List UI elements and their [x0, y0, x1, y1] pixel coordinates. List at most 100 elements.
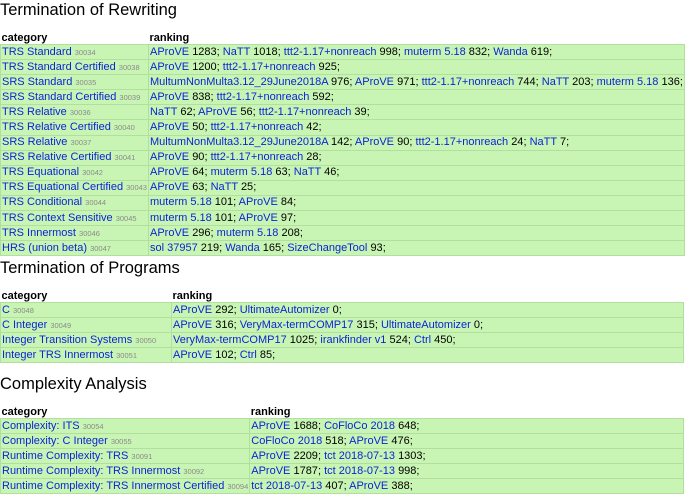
tool-link[interactable]: NaTT	[150, 106, 177, 118]
tool-link[interactable]: AProVE	[355, 76, 394, 88]
category-link[interactable]: Integer Transition Systems	[2, 334, 132, 346]
tool-link[interactable]: irankfinder v1	[320, 334, 386, 346]
tool-link[interactable]: ttt2-1.17+nonreach	[211, 151, 304, 163]
job-id: 30036	[69, 107, 91, 117]
tool-link[interactable]: AProVE	[173, 304, 212, 316]
category-link[interactable]: TRS Standard	[2, 46, 72, 58]
category-link[interactable]: HRS (union beta)	[2, 242, 87, 254]
category-link[interactable]: SRS Relative Certified	[2, 151, 111, 163]
category-link[interactable]: Runtime Complexity: TRS Innermost Certif…	[2, 480, 224, 492]
tool-link[interactable]: ttt2-1.17+nonreach	[217, 91, 310, 103]
tool-link[interactable]: AProVE	[251, 465, 290, 477]
tool-link[interactable]: AProVE	[239, 212, 278, 224]
tool-link[interactable]: ttt2-1.17+nonreach	[223, 61, 316, 73]
tool-link[interactable]: Ctrl	[414, 334, 431, 346]
tool-score: 1025	[289, 333, 315, 346]
tool-link[interactable]: muterm 5.18	[597, 76, 659, 88]
tool-link[interactable]: ttt2-1.17+nonreach	[284, 46, 377, 58]
category-link[interactable]: Complexity: ITS	[2, 420, 80, 432]
ranking-cell: NaTT 62; AProVE 56; ttt2-1.17+nonreach 3…	[147, 104, 685, 121]
category-cell: Complexity: ITS 30054	[0, 417, 251, 435]
tool-link[interactable]: AProVE	[150, 181, 189, 193]
category-link[interactable]: TRS Context Sensitive	[2, 212, 113, 224]
tool-link[interactable]: ttt2-1.17+nonreach	[415, 136, 508, 148]
tool-link[interactable]: AProVE	[173, 319, 212, 331]
tool-link[interactable]: tct 2018-07-13	[324, 450, 395, 462]
tool-link[interactable]: AProVE	[150, 227, 189, 239]
tool-link[interactable]: MultumNonMulta3.12_29June2018A	[150, 76, 328, 88]
category-header: category	[1, 32, 48, 44]
job-id: 30047	[90, 243, 111, 253]
category-link[interactable]: Integer TRS Innermost	[2, 349, 113, 361]
tool-link[interactable]: CoFloCo 2018	[251, 435, 322, 447]
tool-link[interactable]: UltimateAutomizer	[381, 319, 471, 331]
tool-link[interactable]: AProVE	[150, 91, 189, 103]
tool-link[interactable]: muterm 5.18	[217, 227, 279, 239]
tool-link[interactable]: AProVE	[150, 166, 189, 178]
tool-link[interactable]: ttt2-1.17+nonreach	[422, 76, 515, 88]
tool-link[interactable]: muterm 5.18	[150, 196, 212, 208]
tool-link[interactable]: NaTT	[294, 166, 321, 178]
category-link[interactable]: TRS Equational	[2, 166, 79, 178]
tool-link[interactable]: ttt2-1.17+nonreach	[259, 106, 352, 118]
tool-link[interactable]: AProVE	[150, 151, 189, 163]
tool-score: 208	[281, 226, 300, 239]
tool-link[interactable]: Wanda	[225, 242, 259, 254]
category-link[interactable]: C Integer	[2, 319, 47, 331]
job-id: 30041	[114, 153, 136, 163]
tool-link[interactable]: AProVE	[251, 420, 290, 432]
tool-link[interactable]: AProVE	[173, 349, 212, 361]
tool-link[interactable]: muterm 5.18	[404, 46, 466, 58]
tool-score: 93	[370, 241, 383, 254]
tool-link[interactable]: AProVE	[150, 46, 189, 58]
tool-link[interactable]: NaTT	[211, 181, 238, 193]
tool-link[interactable]: AProVE	[349, 480, 388, 492]
tool-link[interactable]: NaTT	[542, 76, 569, 88]
tool-link[interactable]: AProVE	[150, 61, 189, 73]
tool-link[interactable]: AProVE	[251, 450, 290, 462]
tool-link[interactable]: AProVE	[198, 106, 237, 118]
category-link[interactable]: Runtime Complexity: TRS	[2, 450, 128, 462]
tool-link[interactable]: CoFloCo 2018	[324, 420, 395, 432]
category-link[interactable]: TRS Relative	[2, 106, 67, 118]
tool-score: 744	[517, 75, 536, 88]
tool-link[interactable]: AProVE	[239, 196, 278, 208]
category-link[interactable]: TRS Conditional	[2, 196, 82, 208]
tool-link[interactable]: VeryMax-termCOMP17	[240, 319, 354, 331]
tool-link[interactable]: NaTT	[223, 46, 250, 58]
ranking-cell: AProVE 64; muterm 5.18 63; NaTT 46;	[147, 164, 685, 181]
tool-link[interactable]: ttt2-1.17+nonreach	[211, 121, 304, 133]
tool-link[interactable]: UltimateAutomizer	[240, 304, 330, 316]
category-link[interactable]: TRS Relative Certified	[2, 121, 111, 133]
category-link[interactable]: SRS Standard	[2, 76, 72, 88]
tool-link[interactable]: AProVE	[349, 435, 388, 447]
tool-link[interactable]: tct 2018-07-13	[251, 480, 322, 492]
category-link[interactable]: Complexity: C Integer	[2, 435, 108, 447]
category-link[interactable]: C	[2, 304, 10, 316]
ranking-cell: MultumNonMulta3.12_29June2018A 142; APro…	[147, 134, 685, 151]
tool-link[interactable]: AProVE	[355, 136, 394, 148]
tool-link[interactable]: Wanda	[493, 46, 527, 58]
category-link[interactable]: TRS Innermost	[2, 227, 76, 239]
tool-link[interactable]: sol 37957	[150, 242, 198, 254]
tool-link[interactable]: SizeChangeTool	[287, 242, 367, 254]
job-id: 30045	[115, 213, 137, 223]
tool-score: 84	[280, 196, 294, 209]
category-cell: Runtime Complexity: TRS Innermost 30092	[0, 463, 251, 480]
category-link[interactable]: Runtime Complexity: TRS Innermost	[2, 465, 180, 477]
table-row: Integer TRS Innermost 30051 AProVE 102; C…	[0, 347, 684, 363]
tool-link[interactable]: AProVE	[150, 121, 189, 133]
category-link[interactable]: SRS Standard Certified	[2, 91, 116, 103]
category-link[interactable]: SRS Relative	[2, 136, 67, 148]
category-link[interactable]: TRS Equational Certified	[2, 181, 123, 193]
tool-link[interactable]: MultumNonMulta3.12_29June2018A	[150, 136, 328, 148]
category-link[interactable]: TRS Standard Certified	[2, 61, 116, 73]
tool-link[interactable]: NaTT	[530, 136, 557, 148]
category-cell: SRS Relative Certified 30041	[0, 149, 149, 166]
tool-link[interactable]: VeryMax-termCOMP17	[173, 334, 287, 346]
tool-link[interactable]: muterm 5.18	[211, 166, 273, 178]
tool-link[interactable]: tct 2018-07-13	[324, 465, 395, 477]
category-cell: C Integer 30049	[0, 317, 172, 333]
tool-link[interactable]: muterm 5.18	[150, 212, 212, 224]
tool-link[interactable]: Ctrl	[240, 349, 257, 361]
